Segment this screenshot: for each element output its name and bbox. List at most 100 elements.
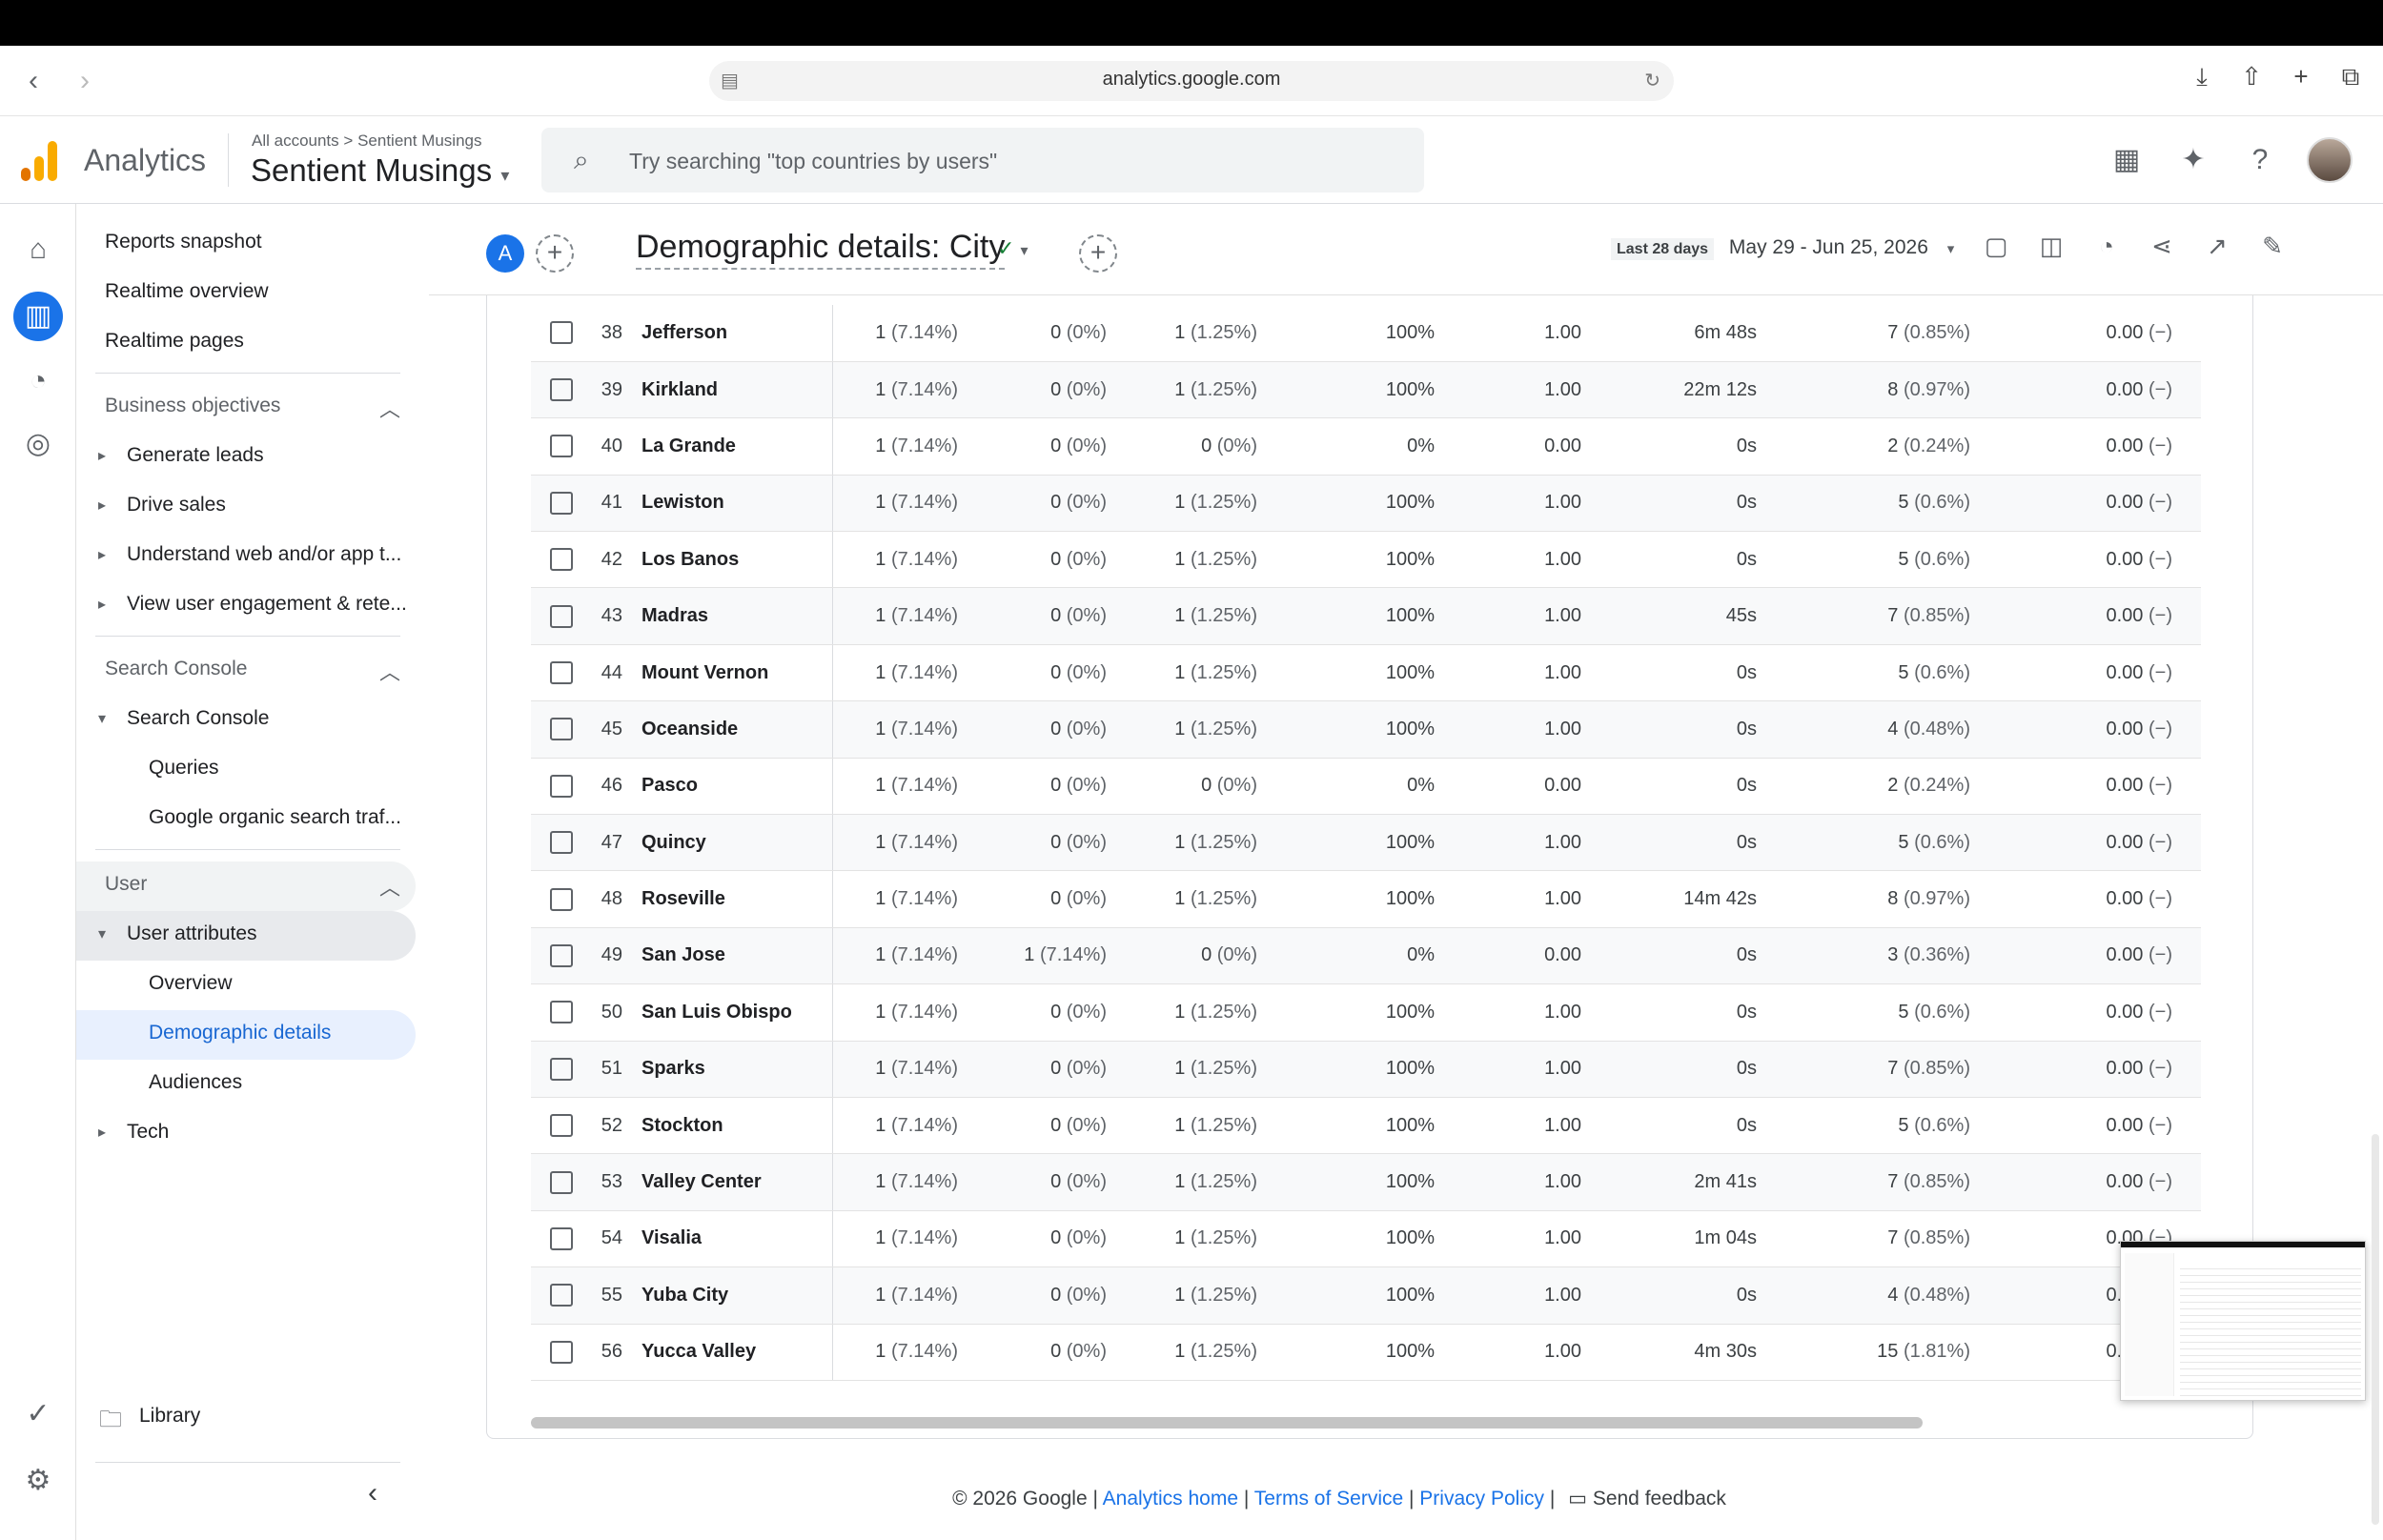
add-filter-icon[interactable]: + xyxy=(1079,234,1117,273)
section-user[interactable]: User xyxy=(105,873,147,896)
breadcrumb-account[interactable]: Sentient Musings xyxy=(357,132,481,150)
sidebar-item-library[interactable]: Library xyxy=(139,1405,200,1428)
row-checkbox-cell[interactable] xyxy=(531,475,592,533)
row-checkbox[interactable] xyxy=(550,435,573,458)
table-row[interactable]: 50 San Luis Obispo 1 (7.14%) 0 (0%) 1 (1.25%… xyxy=(531,983,2201,1042)
row-checkbox-cell[interactable] xyxy=(531,1153,592,1211)
reload-icon[interactable]: ↻ xyxy=(1644,69,1660,92)
sidebar-item-understand-web[interactable]: Understand web and/or app t... xyxy=(98,543,401,566)
share-report-icon[interactable]: ⋖ xyxy=(2147,231,2177,261)
row-checkbox[interactable] xyxy=(550,321,573,345)
edit-pencil-icon[interactable]: ✎ xyxy=(2257,231,2288,261)
row-checkbox[interactable] xyxy=(550,1057,573,1081)
breadcrumb[interactable]: All accounts > Sentient Musings xyxy=(252,132,481,151)
footer-send-feedback[interactable]: Send feedback xyxy=(1593,1488,1726,1510)
table-row[interactable]: 54 Visalia 1 (7.14%) 0 (0%) 1 (1.25%) 100% 1.0… xyxy=(531,1210,2201,1268)
row-checkbox[interactable] xyxy=(550,1001,573,1024)
row-checkbox[interactable] xyxy=(550,378,573,402)
property-selector[interactable]: Sentient Musings ▾ xyxy=(251,152,509,189)
row-checkbox-cell[interactable] xyxy=(531,1097,592,1155)
row-checkbox-cell[interactable] xyxy=(531,305,592,362)
row-checkbox[interactable] xyxy=(550,1170,573,1194)
sidebar-item-realtime-overview[interactable]: Realtime overview xyxy=(105,280,269,303)
table-row[interactable]: 38 Jefferson 1 (7.14%) 0 (0%) 1 (1.25%) 100% 1… xyxy=(531,305,2201,362)
row-checkbox[interactable] xyxy=(550,1114,573,1138)
row-checkbox-cell[interactable] xyxy=(531,361,592,419)
annotation-icon[interactable]: ▢ xyxy=(1981,231,2011,261)
search-box[interactable]: ⌕ Try searching "top countries by users" xyxy=(541,128,1424,192)
section-business-objectives[interactable]: Business objectives xyxy=(105,395,280,417)
vertical-scrollbar[interactable] xyxy=(2372,1134,2379,1525)
settings-gear-icon[interactable]: ⚙ xyxy=(19,1462,57,1500)
reports-icon[interactable]: ▥ xyxy=(13,292,63,341)
sidebar-item-queries[interactable]: Queries xyxy=(149,757,219,780)
sidebar-item-tech[interactable]: Tech xyxy=(98,1121,170,1144)
breadcrumb-root[interactable]: All accounts xyxy=(252,132,339,150)
compare-icon[interactable]: ◫ xyxy=(2036,231,2067,261)
sidebar-item-user-attributes[interactable]: User attributes xyxy=(98,922,256,945)
table-row[interactable]: 49 San Jose 1 (7.14%) 1 (7.14%) 0 (0%) 0% 0.00… xyxy=(531,927,2201,985)
sidebar-item-drive-sales[interactable]: Drive sales xyxy=(98,494,226,517)
horizontal-scrollbar[interactable] xyxy=(531,1417,1923,1429)
sidebar-item-view-user-engagement[interactable]: View user engagement & rete... xyxy=(98,593,407,616)
trend-icon[interactable]: ↗ xyxy=(2202,231,2232,261)
back-icon[interactable]: ‹ xyxy=(29,65,38,97)
row-checkbox-cell[interactable] xyxy=(531,531,592,589)
row-checkbox[interactable] xyxy=(550,548,573,572)
row-checkbox-cell[interactable] xyxy=(531,644,592,702)
share-icon[interactable]: ⇧ xyxy=(2238,63,2265,90)
new-tab-icon[interactable]: + xyxy=(2288,63,2314,90)
date-range-picker[interactable]: Last 28 days May 29 - Jun 25, 2026 ▾ xyxy=(1611,236,1954,260)
row-checkbox-cell[interactable] xyxy=(531,927,592,985)
status-check-icon[interactable]: ✓ ▾ xyxy=(997,236,1069,271)
address-bar[interactable]: ▤ analytics.google.com ↻ xyxy=(709,61,1674,101)
row-checkbox-cell[interactable] xyxy=(531,870,592,928)
table-row[interactable]: 42 Los Banos 1 (7.14%) 0 (0%) 1 (1.25%) 100% 1… xyxy=(531,531,2201,589)
explore-icon[interactable]: ◔ xyxy=(19,362,57,400)
sidebar-item-realtime-pages[interactable]: Realtime pages xyxy=(105,330,244,353)
comparison-badge[interactable]: A xyxy=(486,234,524,273)
footer-analytics-home-link[interactable]: Analytics home xyxy=(1103,1488,1238,1510)
row-checkbox[interactable] xyxy=(550,943,573,967)
download-icon[interactable]: ⤓ xyxy=(2189,63,2215,90)
sidebar-item-audiences[interactable]: Audiences xyxy=(149,1071,242,1094)
sidebar-item-reports-snapshot[interactable]: Reports snapshot xyxy=(105,231,262,253)
chevron-up-icon[interactable]: ︿ xyxy=(379,871,400,902)
row-checkbox[interactable] xyxy=(550,718,573,741)
screenshot-thumbnail[interactable] xyxy=(2120,1241,2366,1401)
row-checkbox[interactable] xyxy=(550,661,573,685)
row-checkbox[interactable] xyxy=(550,1284,573,1307)
insights-icon[interactable]: ◔ xyxy=(2091,231,2122,261)
row-checkbox-cell[interactable] xyxy=(531,814,592,872)
table-row[interactable]: 53 Valley Center 1 (7.14%) 0 (0%) 1 (1.25%) 1… xyxy=(531,1153,2201,1211)
footer-privacy-link[interactable]: Privacy Policy xyxy=(1419,1488,1544,1510)
footer-terms-link[interactable]: Terms of Service xyxy=(1254,1488,1403,1510)
chevron-up-icon[interactable]: ︿ xyxy=(379,656,400,686)
table-row[interactable]: 45 Oceanside 1 (7.14%) 0 (0%) 1 (1.25%) 100% 1… xyxy=(531,700,2201,759)
home-icon[interactable]: ⌂ xyxy=(19,231,57,269)
table-row[interactable]: 46 Pasco 1 (7.14%) 0 (0%) 0 (0%) 0% 0.00 0s 2 (0… xyxy=(531,758,2201,816)
row-checkbox-cell[interactable] xyxy=(531,700,592,759)
chevron-up-icon[interactable]: ︿ xyxy=(379,393,400,423)
row-checkbox[interactable] xyxy=(550,1226,573,1250)
table-row[interactable]: 40 La Grande 1 (7.14%) 0 (0%) 0 (0%) 0% 0.00 0s… xyxy=(531,417,2201,476)
insights-search-icon[interactable]: ✦ xyxy=(2173,140,2213,180)
row-checkbox-cell[interactable] xyxy=(531,417,592,476)
row-checkbox[interactable] xyxy=(550,491,573,515)
sidebar-item-google-organic[interactable]: Google organic search traf... xyxy=(149,806,401,829)
row-checkbox[interactable] xyxy=(550,831,573,855)
row-checkbox-cell[interactable] xyxy=(531,587,592,645)
row-checkbox-cell[interactable] xyxy=(531,1324,592,1381)
table-row[interactable]: 51 Sparks 1 (7.14%) 0 (0%) 1 (1.25%) 100% 1.00… xyxy=(531,1041,2201,1098)
row-checkbox[interactable] xyxy=(550,774,573,798)
table-row[interactable]: 52 Stockton 1 (7.14%) 0 (0%) 1 (1.25%) 100% 1.… xyxy=(531,1097,2201,1155)
collapse-chevron-icon[interactable]: ‹ xyxy=(368,1477,377,1510)
row-checkbox[interactable] xyxy=(550,887,573,911)
page-title[interactable]: Demographic details: City xyxy=(636,229,1006,270)
row-checkbox-cell[interactable] xyxy=(531,758,592,816)
sidebar-item-demographic-details[interactable]: Demographic details xyxy=(149,1022,331,1044)
table-row[interactable]: 48 Roseville 1 (7.14%) 0 (0%) 1 (1.25%) 100% 1… xyxy=(531,870,2201,928)
advertising-icon[interactable]: ◎ xyxy=(19,425,57,463)
row-checkbox-cell[interactable] xyxy=(531,1266,592,1325)
table-row[interactable]: 55 Yuba City 1 (7.14%) 0 (0%) 1 (1.25%) 100% 1… xyxy=(531,1266,2201,1325)
